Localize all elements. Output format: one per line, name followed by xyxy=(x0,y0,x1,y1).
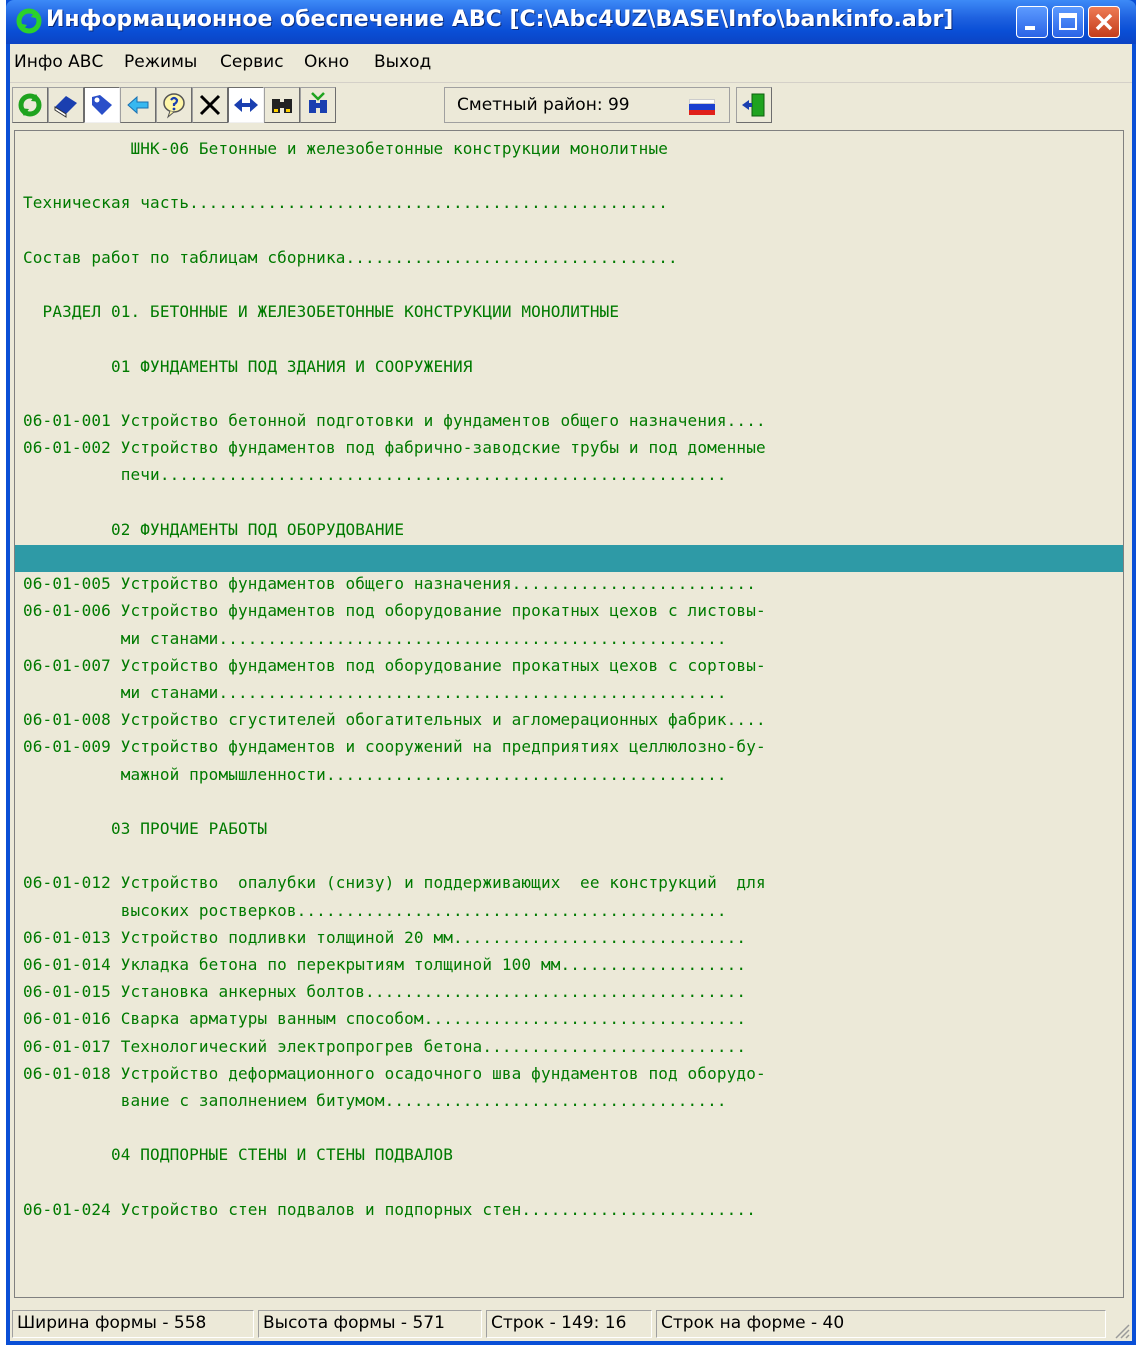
text-line[interactable]: 06-01-017 Технологический электропрогрев… xyxy=(23,1037,746,1056)
text-line[interactable]: мажной промышленности...................… xyxy=(23,765,727,784)
text-line[interactable]: РАЗДЕЛ 01. БЕТОННЫЕ И ЖЕЛЕЗОБЕТОННЫЕ КОН… xyxy=(23,302,619,321)
text-line[interactable]: 06-01-008 Устройство сгустителей обогати… xyxy=(23,710,766,729)
expand-icon xyxy=(234,98,258,112)
search-button[interactable] xyxy=(264,87,300,123)
text-line[interactable]: 06-01-007 Устройство фундаментов под обо… xyxy=(23,656,766,675)
bookmark-button[interactable] xyxy=(84,87,120,123)
text-line[interactable]: Состав работ по таблицам сборника.......… xyxy=(23,248,678,267)
text-line[interactable]: 06-01-009 Устройство фундаментов и соору… xyxy=(23,737,766,756)
refresh-icon xyxy=(18,93,42,117)
text-line[interactable]: 06-01-001 Устройство бетонной подготовки… xyxy=(23,411,766,430)
book-icon xyxy=(54,96,77,118)
toolbar: Сметный район: 99 xyxy=(10,82,1132,127)
text-line[interactable]: 06-01-016 Сварка арматуры ванным способо… xyxy=(23,1009,746,1028)
document-view[interactable]: ШНК-06 Бетонные и железобетонные констру… xyxy=(14,130,1124,1298)
text-line[interactable]: вание с заполнением битумом.............… xyxy=(23,1091,727,1110)
book-button[interactable] xyxy=(48,87,84,123)
find-next-icon xyxy=(309,92,327,113)
maximize-icon xyxy=(1059,13,1077,30)
text-line[interactable]: ШНК-06 Бетонные и железобетонные констру… xyxy=(23,139,668,158)
client-area: Инфо АВС Режимы Сервис Окно Выход Сметны… xyxy=(10,44,1132,1341)
text-line[interactable]: 06-01-006 Устройство фундаментов под обо… xyxy=(23,601,766,620)
text-line[interactable]: 03 ПРОЧИЕ РАБОТЫ xyxy=(23,819,267,838)
status-form-width: Ширина формы - 558 xyxy=(12,1310,254,1338)
help-button[interactable] xyxy=(156,87,192,123)
menu-info-abc[interactable]: Инфо АВС xyxy=(14,52,103,72)
close-icon xyxy=(1095,13,1113,31)
minimize-icon xyxy=(1025,26,1035,30)
menu-service[interactable]: Сервис xyxy=(220,52,284,72)
app-refresh-icon xyxy=(16,8,42,34)
window-title: Информационное обеспечение ABC [C:\Abc4U… xyxy=(46,7,954,32)
text-line[interactable]: 06-01-012 Устройство опалубки (снизу) и … xyxy=(23,873,766,892)
menu-bar: Инфо АВС Режимы Сервис Окно Выход xyxy=(10,44,1132,82)
text-line[interactable]: высоких ростверков......................… xyxy=(23,901,727,920)
close-x-icon xyxy=(199,94,221,116)
text-line[interactable]: 06-01-015 Установка анкерных болтов.....… xyxy=(23,982,746,1001)
title-bar[interactable]: Информационное обеспечение ABC [C:\Abc4U… xyxy=(6,0,1136,44)
text-line[interactable]: 06-01-002 Устройство фундаментов под фаб… xyxy=(23,438,766,457)
text-line[interactable]: 06-01-024 Устройство стен подвалов и под… xyxy=(23,1200,756,1219)
text-line[interactable]: ми станами..............................… xyxy=(23,683,727,702)
text-line[interactable]: 04 ПОДПОРНЫЕ СТЕНЫ И СТЕНЫ ПОДВАЛОВ xyxy=(23,1145,453,1164)
resize-grip-icon[interactable] xyxy=(1112,1321,1130,1339)
selected-line-highlight xyxy=(15,545,1123,572)
exit-button[interactable] xyxy=(736,87,772,123)
text-line[interactable]: 06-01-013 Устройство подливки толщиной 2… xyxy=(23,928,746,947)
minimize-button[interactable] xyxy=(1016,6,1048,38)
region-panel[interactable]: Сметный район: 99 xyxy=(444,87,730,123)
russian-flag-icon xyxy=(689,99,715,115)
binoculars-icon xyxy=(272,99,292,113)
status-rows-on-form: Строк на форме - 40 xyxy=(656,1310,1106,1338)
bookmark-icon xyxy=(92,95,112,115)
text-line[interactable]: 06-01-005 Устройство фундаментов общего … xyxy=(23,574,756,593)
text-line[interactable]: ми станами..............................… xyxy=(23,629,727,648)
status-bar: Ширина формы - 558 Высота формы - 571 Ст… xyxy=(10,1306,1132,1341)
close-button[interactable] xyxy=(1088,6,1120,38)
help-icon xyxy=(163,93,185,119)
menu-modes[interactable]: Режимы xyxy=(124,52,197,72)
text-line[interactable]: 06-01-014 Укладка бетона по перекрытиям … xyxy=(23,955,746,974)
status-form-height: Высота формы - 571 xyxy=(258,1310,482,1338)
text-line[interactable]: 02 ФУНДАМЕНТЫ ПОД ОБОРУДОВАНИЕ xyxy=(23,520,404,539)
exit-door-icon xyxy=(742,93,765,117)
text-line[interactable]: печи....................................… xyxy=(23,465,727,484)
app-window: Информационное обеспечение ABC [C:\Abc4U… xyxy=(6,0,1136,1345)
text-line[interactable]: Техническая часть.......................… xyxy=(23,193,668,212)
menu-exit[interactable]: Выход xyxy=(374,52,431,72)
maximize-button[interactable] xyxy=(1052,6,1084,38)
text-line[interactable]: 01 ФУНДАМЕНТЫ ПОД ЗДАНИЯ И СООРУЖЕНИЯ xyxy=(23,357,473,376)
region-label: Сметный район: 99 xyxy=(457,95,630,115)
delete-button[interactable] xyxy=(192,87,228,123)
menu-window[interactable]: Окно xyxy=(304,52,349,72)
text-line[interactable]: 06-01-018 Устройство деформационного оса… xyxy=(23,1064,766,1083)
back-button[interactable] xyxy=(120,87,156,123)
expand-button[interactable] xyxy=(228,87,264,123)
status-rows: Строк - 149: 16 xyxy=(486,1310,652,1338)
find-next-button[interactable] xyxy=(300,87,336,123)
refresh-button[interactable] xyxy=(12,87,48,123)
back-arrow-icon xyxy=(127,95,149,115)
